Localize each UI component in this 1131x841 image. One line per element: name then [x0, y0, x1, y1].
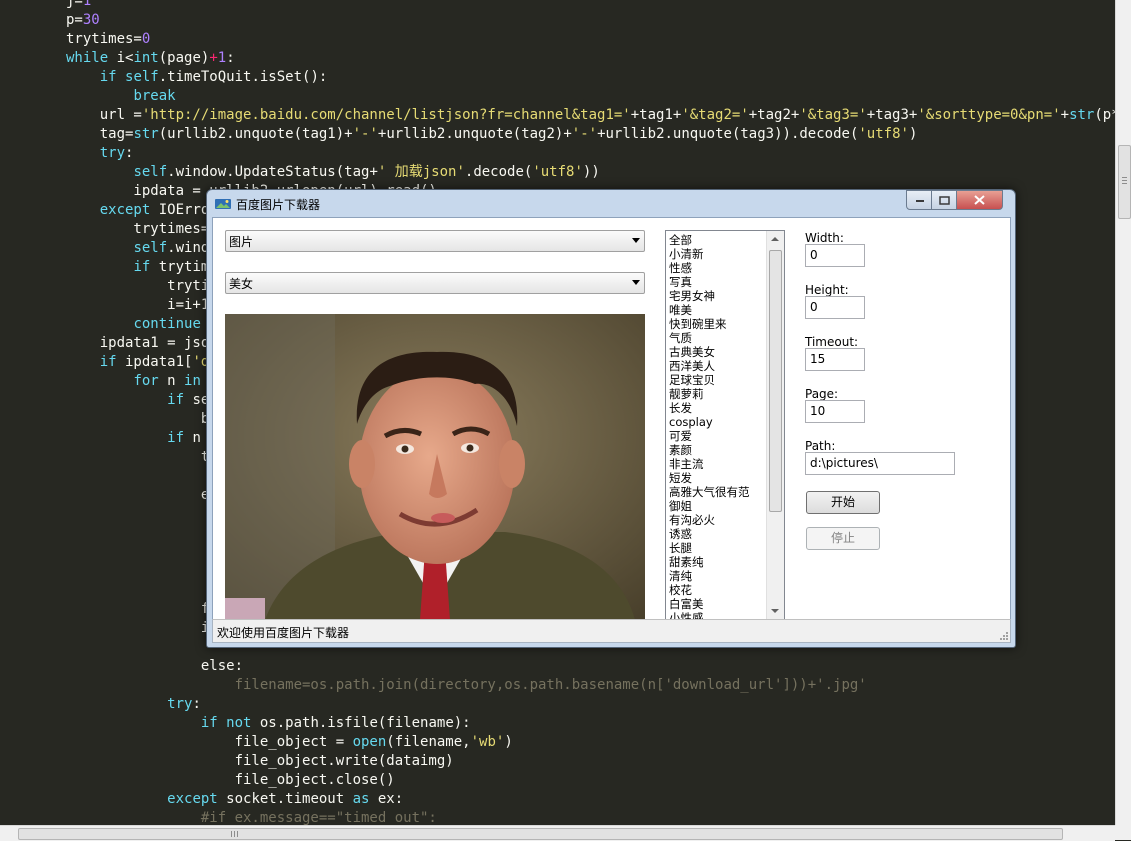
list-item[interactable]: 诱惑	[669, 527, 767, 541]
code-line: file_object = open(filename,'wb')	[66, 734, 513, 750]
scroll-corner	[1115, 825, 1131, 840]
list-item[interactable]: 高雅大气很有范	[669, 485, 767, 499]
minimize-button[interactable]	[906, 190, 933, 210]
width-label: Width:	[805, 231, 844, 245]
list-item[interactable]: 宅男女神	[669, 289, 767, 303]
chevron-down-icon	[632, 280, 640, 285]
code-line: file_object.close()	[66, 772, 395, 788]
subcategory-combo-value: 美女	[229, 277, 254, 291]
timeout-field[interactable]: 15	[805, 348, 865, 371]
list-item[interactable]: 足球宝贝	[669, 373, 767, 387]
status-text: 欢迎使用百度图片下载器	[217, 626, 350, 640]
list-scrollbar[interactable]	[766, 231, 784, 619]
list-item[interactable]: 白富美	[669, 597, 767, 611]
code-line: if self.timeToQuit.isSet():	[99, 69, 328, 85]
code-line: tag=str(urllib2.unquote(tag1)+'-'+urllib…	[66, 126, 918, 142]
list-item[interactable]: 写真	[669, 275, 767, 289]
vertical-scroll-thumb[interactable]	[1118, 145, 1131, 219]
close-icon	[974, 195, 985, 205]
list-item[interactable]: 甜素纯	[669, 555, 767, 569]
timeout-value: 15	[810, 352, 826, 366]
list-item[interactable]: 素颜	[669, 443, 767, 457]
category-combo[interactable]: 图片	[225, 230, 645, 252]
subcategory-combo[interactable]: 美女	[225, 272, 645, 294]
code-line: break	[133, 88, 176, 104]
list-item[interactable]: 短发	[669, 471, 767, 485]
height-label: Height:	[805, 283, 849, 297]
page-label: Page:	[805, 387, 839, 401]
maximize-icon	[939, 195, 950, 205]
editor-vertical-scrollbar[interactable]	[1115, 0, 1131, 825]
list-item[interactable]: 清纯	[669, 569, 767, 583]
timeout-label: Timeout:	[805, 335, 859, 349]
horizontal-scroll-thumb[interactable]	[18, 828, 1063, 840]
code-line: else:	[66, 658, 244, 674]
code-line: i=i+1	[66, 297, 210, 313]
list-item[interactable]: 性感	[669, 261, 767, 275]
list-item[interactable]: 御姐	[669, 499, 767, 513]
maximize-button[interactable]	[931, 190, 958, 210]
list-item[interactable]: 靓萝莉	[669, 387, 767, 401]
category-combo-value: 图片	[229, 235, 254, 249]
list-item[interactable]: 快到碗里来	[669, 317, 767, 331]
width-value: 0	[810, 248, 818, 262]
code-line: continue	[133, 316, 201, 332]
code-line: j=1	[66, 0, 92, 9]
code-line: except socket.timeout as ex:	[167, 791, 404, 807]
tag-listbox[interactable]: 全部 小清新 性感 写真 宅男女神 唯美 快到碗里来 气质 古典美女 西洋美人 足球宝贝 靓萝莉 长发 c…	[665, 230, 785, 620]
window-client-area: 图片 美女 全部 小清新 性感 写真 宅男女神 唯美 快到碗里来 气质 古典美女…	[212, 217, 1011, 621]
list-scroll-thumb[interactable]	[769, 250, 782, 512]
code-line: self.window.UpdateStatus(tag+' 加载json'.d…	[133, 164, 600, 180]
scroll-up-icon[interactable]	[771, 237, 779, 241]
minimize-icon	[915, 200, 924, 202]
status-bar: 欢迎使用百度图片下载器	[212, 619, 1011, 643]
window-title: 百度图片下载器	[236, 198, 321, 212]
list-item[interactable]: 可爱	[669, 429, 767, 443]
list-item[interactable]: 全部	[669, 233, 767, 247]
list-item[interactable]: 唯美	[669, 303, 767, 317]
list-item[interactable]: 古典美女	[669, 345, 767, 359]
start-button[interactable]: 开始	[806, 491, 880, 514]
list-item[interactable]: cosplay	[669, 415, 767, 429]
code-line: trytimes=0	[66, 31, 151, 47]
downloader-window: 百度图片下载器 图片 美女 全部 小清新 性感 写真 宅男女神 唯美 快到碗里来…	[206, 189, 1016, 648]
list-item[interactable]: 非主流	[669, 457, 767, 471]
code-line: filename=os.path.join(directory,os.path.…	[66, 677, 867, 693]
page-value: 10	[810, 404, 826, 418]
path-field[interactable]: d:\pictures\	[805, 452, 955, 475]
list-item[interactable]: 有沟必火	[669, 513, 767, 527]
code-line: try:	[99, 145, 134, 161]
list-item[interactable]: 长发	[669, 401, 767, 415]
code-line: file_object.write(dataimg)	[66, 753, 454, 769]
code-line: while i<int(page)+1:	[66, 50, 235, 66]
editor-horizontal-scrollbar[interactable]	[0, 825, 1115, 841]
code-line: url ='http://image.baidu.com/channel/lis…	[66, 107, 1115, 123]
code-line: #if ex.message=="timed out":	[200, 810, 437, 825]
tag-list: 全部 小清新 性感 写真 宅男女神 唯美 快到碗里来 气质 古典美女 西洋美人 足球宝贝 靓萝莉 长发 c…	[669, 233, 767, 619]
close-button[interactable]	[956, 190, 1003, 210]
list-item[interactable]: 校花	[669, 583, 767, 597]
list-item[interactable]: 气质	[669, 331, 767, 345]
list-item[interactable]: 长腿	[669, 541, 767, 555]
stop-button[interactable]: 停止	[806, 527, 880, 550]
title-bar[interactable]: 百度图片下载器	[207, 190, 1015, 217]
path-value: d:\pictures\	[810, 456, 878, 470]
path-label: Path:	[805, 439, 836, 453]
height-value: 0	[810, 300, 818, 314]
scroll-down-icon[interactable]	[771, 609, 779, 613]
resize-grip-icon[interactable]	[998, 630, 1008, 640]
code-line: p=30	[66, 12, 100, 28]
list-item[interactable]: 小清新	[669, 247, 767, 261]
preview-image	[225, 314, 645, 620]
height-field[interactable]: 0	[805, 296, 865, 319]
width-field[interactable]: 0	[805, 244, 865, 267]
chevron-down-icon	[632, 238, 640, 243]
code-line: except IOError:	[99, 202, 227, 218]
app-icon	[215, 199, 231, 209]
code-line: if not os.path.isfile(filename):	[200, 715, 471, 731]
page-field[interactable]: 10	[805, 400, 865, 423]
code-line: try:	[167, 696, 201, 712]
list-item[interactable]: 西洋美人	[669, 359, 767, 373]
